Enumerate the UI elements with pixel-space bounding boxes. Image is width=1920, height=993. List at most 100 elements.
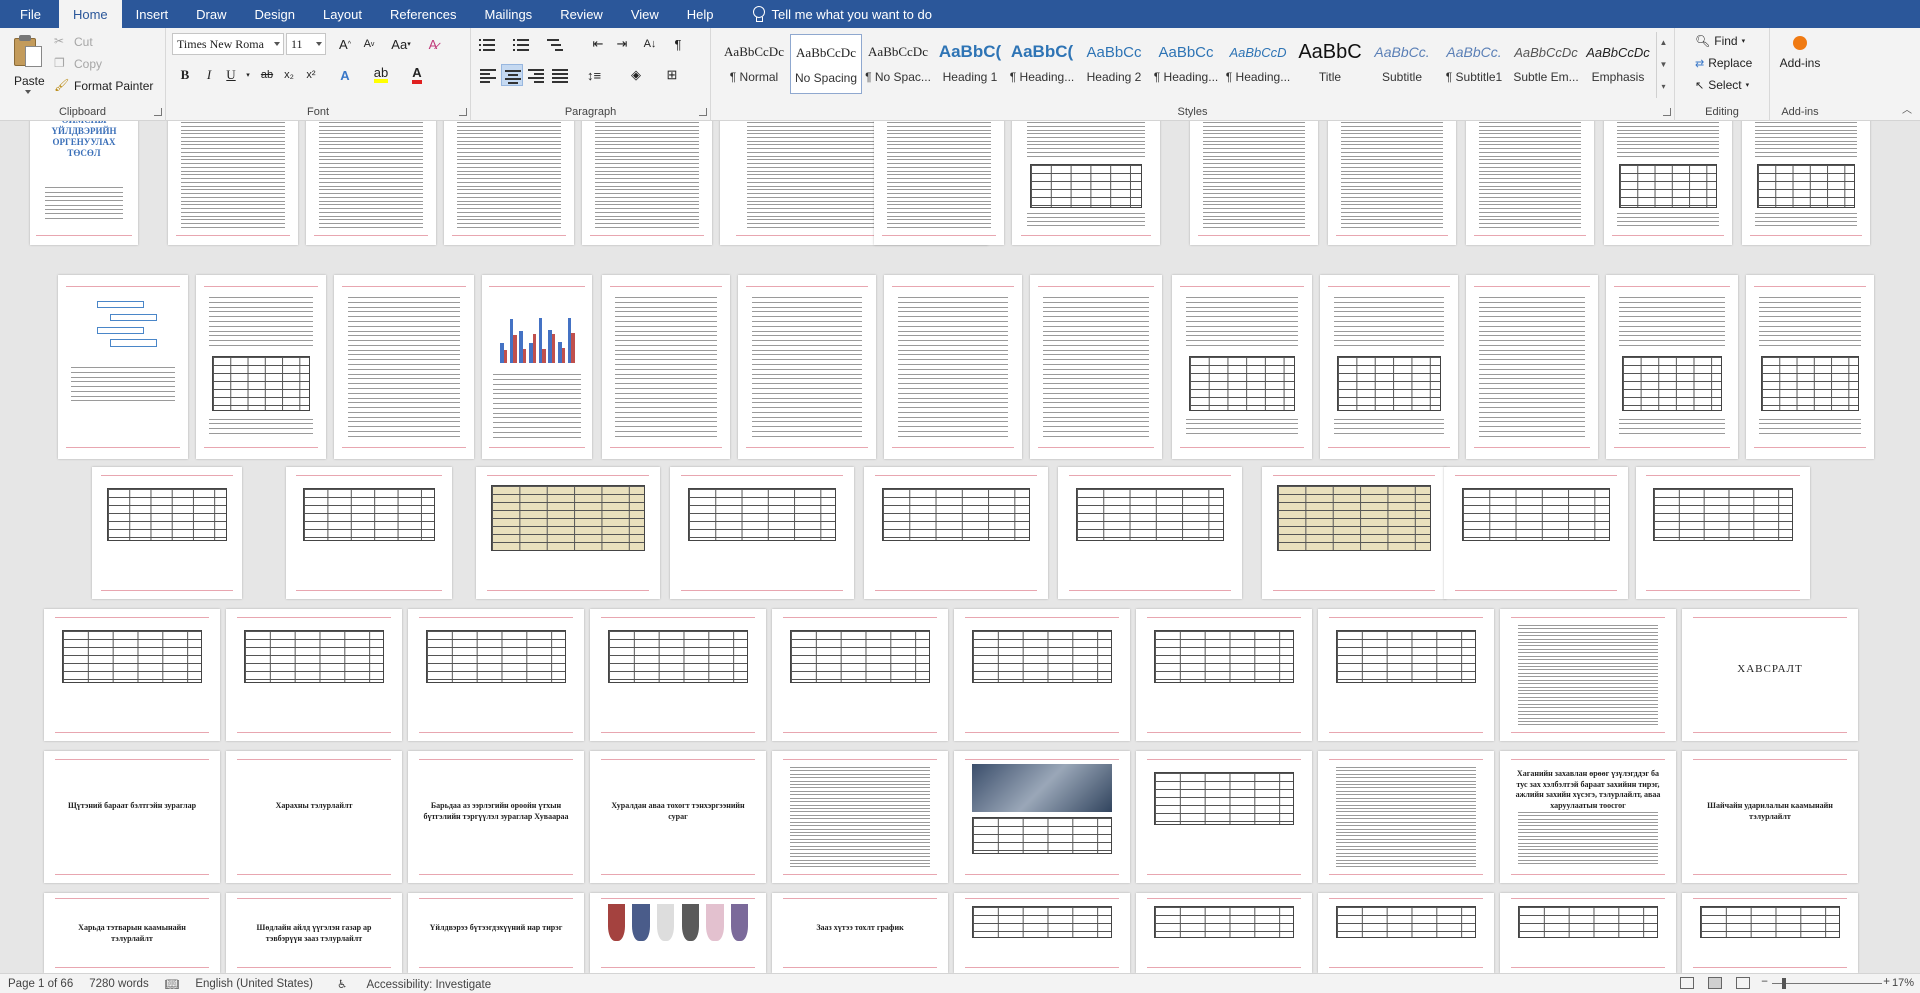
page-thumbnail[interactable] [1500, 609, 1676, 741]
proofing-icon[interactable]: 📖︎ [157, 977, 188, 991]
page-thumbnail[interactable] [954, 609, 1130, 741]
tab-home[interactable]: Home [58, 0, 122, 28]
page-thumbnail[interactable] [306, 121, 436, 245]
style-normal[interactable]: AaBbCcDc ¶ Normal [718, 34, 790, 94]
page-thumbnail[interactable] [954, 893, 1130, 973]
page-thumbnail[interactable] [1328, 121, 1456, 245]
page-thumbnail[interactable] [92, 467, 242, 599]
page-thumbnail[interactable] [1136, 751, 1312, 883]
style-no-spacing-2[interactable]: AaBbCcDc ¶ No Spac... [862, 34, 934, 94]
page-thumbnail[interactable] [1466, 275, 1598, 459]
format-painter-button[interactable]: 🖌 Format Painter [54, 78, 153, 94]
sort-icon[interactable]: A↓ [639, 33, 661, 55]
page-thumbnail[interactable] [44, 609, 220, 741]
page-thumbnail[interactable]: Харахны тэлурлайлт [226, 751, 402, 883]
style-heading-2[interactable]: AaBbCc Heading 2 [1078, 34, 1150, 94]
page-thumbnail[interactable] [1012, 121, 1160, 245]
page-thumbnail[interactable] [772, 751, 948, 883]
align-center-icon[interactable] [501, 64, 523, 86]
tab-draw[interactable]: Draw [182, 0, 240, 28]
page-thumbnail[interactable] [1500, 893, 1676, 973]
change-case-button[interactable]: Aa ▾ [386, 33, 416, 55]
web-layout-icon[interactable] [1736, 977, 1750, 989]
page-thumbnail[interactable]: Хаганийн захавлан өрөөг үзүлэгддэг ба ту… [1500, 751, 1676, 883]
borders-icon[interactable]: ⊞ [657, 64, 687, 86]
page-thumbnail[interactable] [738, 275, 876, 459]
select-button[interactable]: ↖ Select ▾ [1695, 78, 1749, 92]
superscript-button[interactable]: x² [300, 64, 322, 86]
tab-file[interactable]: File [0, 0, 59, 28]
page-thumbnail[interactable] [1318, 609, 1494, 741]
page-thumbnail[interactable] [670, 467, 854, 599]
page-thumbnail[interactable] [1606, 275, 1738, 459]
line-spacing-icon[interactable]: ↕≡ [579, 64, 609, 86]
page-thumbnail[interactable]: ОЙМСНЫ ҮЙЛДВЭРИЙН ОРГЕНУУЛАХ ТӨСӨЛ [30, 121, 138, 245]
page-thumbnail[interactable] [590, 609, 766, 741]
style-title[interactable]: AaBbC Title [1294, 34, 1366, 94]
multilevel-list-icon[interactable] [543, 33, 573, 55]
page-thumbnail[interactable] [1320, 275, 1458, 459]
tab-review[interactable]: Review [546, 0, 617, 28]
page-thumbnail[interactable] [444, 121, 574, 245]
shading-icon[interactable]: ◈ [621, 64, 651, 86]
zoom-out-button[interactable]: − [1761, 976, 1768, 988]
style-subtitle1[interactable]: AaBbCc. ¶ Subtitle1 [1438, 34, 1510, 94]
tab-layout[interactable]: Layout [309, 0, 376, 28]
chevron-down-icon[interactable]: ▼ [1657, 54, 1670, 76]
page-thumbnail[interactable] [196, 275, 326, 459]
tab-insert[interactable]: Insert [122, 0, 183, 28]
page-thumbnail[interactable] [334, 275, 474, 459]
page-thumbnail[interactable] [1604, 121, 1732, 245]
style-heading-1[interactable]: AaBbC(Heading 1 [934, 34, 1006, 94]
style-subtle-emphasis[interactable]: AaBbCcDc Subtle Em... [1510, 34, 1582, 94]
zoom-level[interactable]: 17% [1892, 977, 1914, 989]
page-thumbnail[interactable] [1030, 275, 1162, 459]
more-styles-icon[interactable]: ▾ [1657, 76, 1670, 98]
page-thumbnail[interactable] [1636, 467, 1810, 599]
page-thumbnail[interactable] [874, 121, 1004, 245]
styles-gallery-scroller[interactable]: ▲ ▼ ▾ [1656, 32, 1670, 98]
page-thumbnail[interactable] [954, 751, 1130, 883]
page-thumbnail[interactable]: ХАВСРАЛТ [1682, 609, 1858, 741]
zoom-in-button[interactable]: + [1883, 976, 1890, 988]
increase-indent-icon[interactable]: ⇥ [611, 33, 633, 55]
page-thumbnail[interactable]: Шайчайн ударилалын каамынайн тэлурлайлт [1682, 751, 1858, 883]
page-thumbnail[interactable] [1262, 467, 1446, 599]
style-emphasis[interactable]: AaBbCcDc Emphasis [1582, 34, 1654, 94]
document-area[interactable]: ОЙМСНЫ ҮЙЛДВЭРИЙН ОРГЕНУУЛАХ ТӨСӨЛ ХАВСРА… [0, 121, 1920, 973]
language-indicator[interactable]: English (United States) [187, 978, 321, 990]
collapse-ribbon-icon[interactable]: ︿ [1902, 101, 1912, 116]
style-no-spacing[interactable]: AaBbCcDc No Spacing [790, 34, 862, 94]
page-thumbnail[interactable] [772, 609, 948, 741]
page-thumbnail[interactable] [1466, 121, 1594, 245]
page-thumbnail[interactable] [1172, 275, 1312, 459]
page-thumbnail[interactable]: Хуралдан аваа тохогт тэнхэргээнийн сураг [590, 751, 766, 883]
tab-references[interactable]: References [376, 0, 470, 28]
shrink-font-button[interactable]: Av [358, 33, 380, 55]
page-thumbnail[interactable] [482, 275, 592, 459]
page-thumbnail[interactable]: Зааз хүтээ тохлт график [772, 893, 948, 973]
copy-button[interactable]: ❐ Copy [54, 56, 102, 72]
page-thumbnail[interactable] [1190, 121, 1318, 245]
page-thumbnail[interactable] [1058, 467, 1242, 599]
page-thumbnail[interactable] [1682, 893, 1858, 973]
paste-button[interactable]: Paste [8, 32, 52, 94]
page-thumbnail[interactable] [1136, 609, 1312, 741]
page-thumbnail[interactable] [286, 467, 452, 599]
style-heading-3-linked[interactable]: AaBbCcD ¶ Heading... [1222, 34, 1294, 94]
page-thumbnail[interactable] [1318, 893, 1494, 973]
justify-icon[interactable] [549, 64, 571, 86]
underline-button[interactable]: U [220, 64, 242, 86]
page-thumbnail[interactable] [1742, 121, 1870, 245]
dialog-launcher-icon[interactable] [154, 108, 162, 116]
bold-button[interactable]: B [174, 64, 196, 86]
clear-formatting-icon[interactable]: A̷ [422, 33, 444, 55]
replace-button[interactable]: ⇄ Replace [1695, 56, 1752, 70]
page-thumbnail[interactable] [226, 609, 402, 741]
italic-button[interactable]: I [198, 64, 220, 86]
dialog-launcher-icon[interactable] [459, 108, 467, 116]
page-thumbnail[interactable] [1136, 893, 1312, 973]
page-thumbnail[interactable] [408, 609, 584, 741]
show-formatting-icon[interactable]: ¶ [667, 33, 689, 55]
tab-help[interactable]: Help [673, 0, 728, 28]
